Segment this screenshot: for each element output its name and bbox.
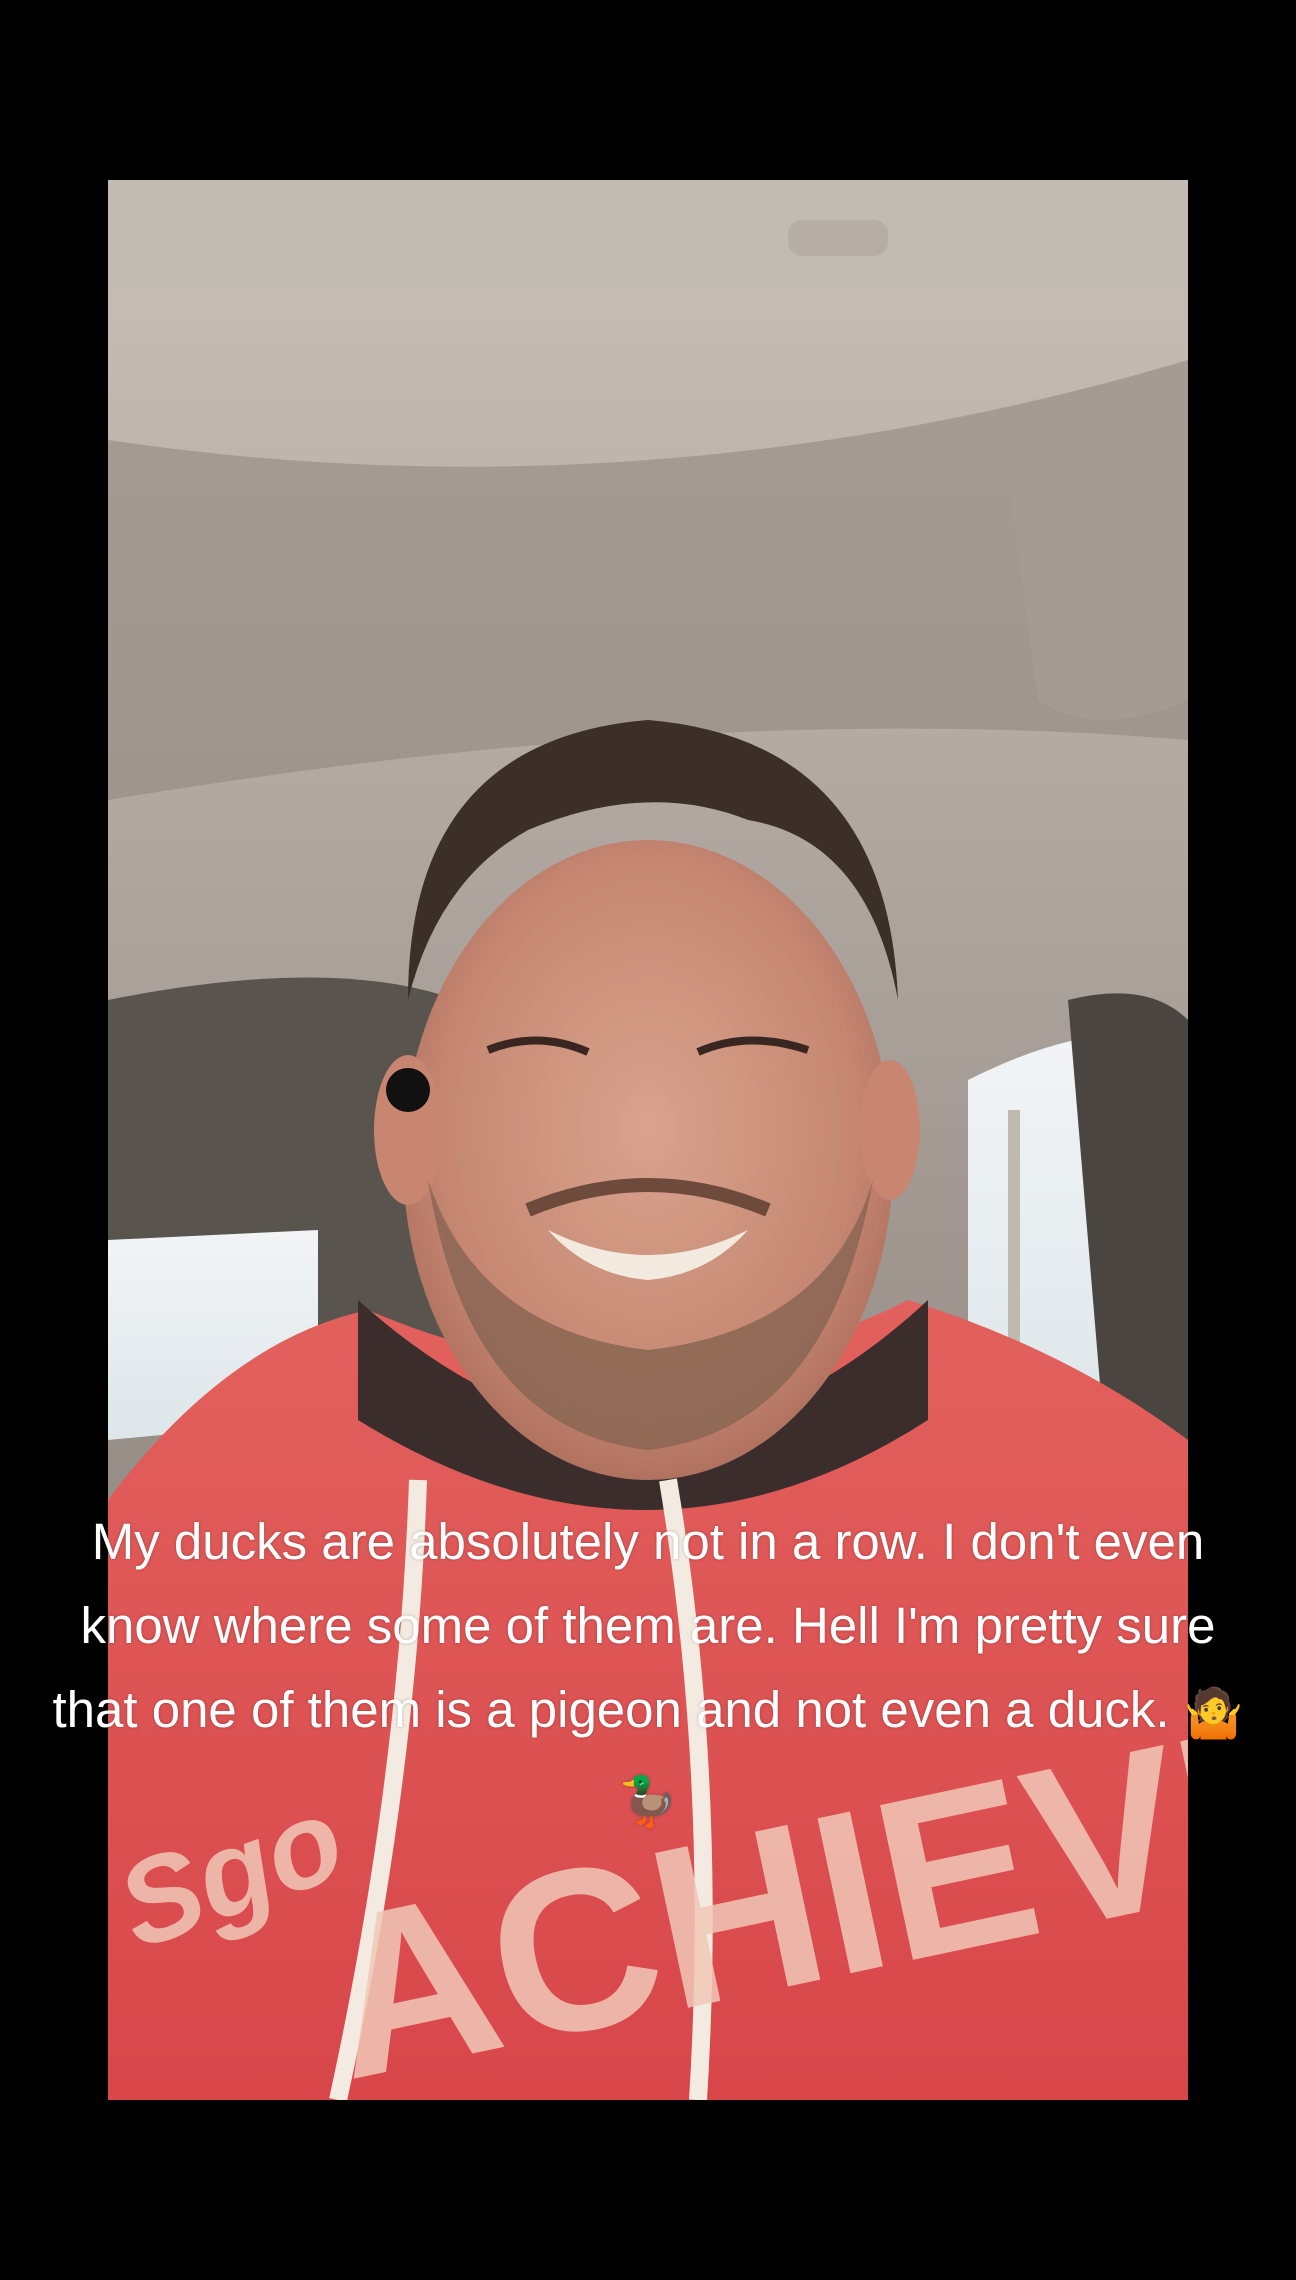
story-frame: Sgo ACHIEVE My ducks are absolutely not … bbox=[0, 0, 1296, 2280]
caption-text: My ducks are absolutely not in a row. I … bbox=[52, 1513, 1216, 1738]
duck-icon: 🦆 bbox=[618, 1773, 678, 1830]
story-caption: My ducks are absolutely not in a row. I … bbox=[40, 1500, 1256, 1843]
person-shrugging-icon: 🤷 bbox=[1183, 1685, 1244, 1742]
